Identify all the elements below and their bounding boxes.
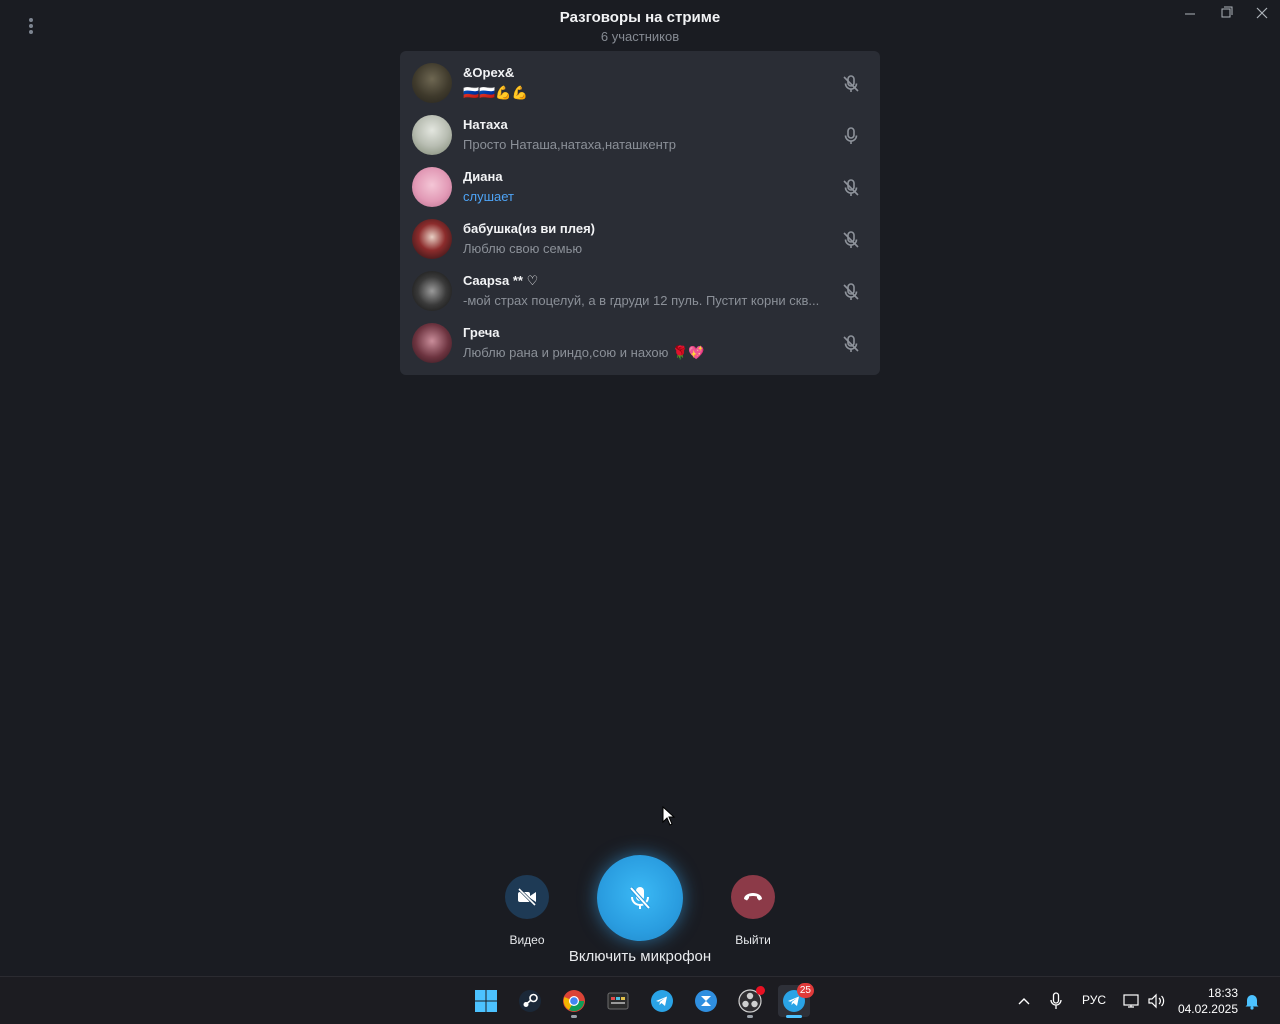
mic-muted-icon: [841, 282, 861, 302]
windows-start-icon[interactable]: [470, 985, 502, 1017]
participant-status: Просто Наташа,натаха,наташкентр: [463, 137, 676, 152]
video-label: Видео: [509, 933, 545, 947]
mic-label: Включить микрофон: [568, 948, 712, 965]
participant-name: Греча: [463, 325, 500, 340]
hang-up-icon: [744, 893, 762, 901]
leave-button[interactable]: [731, 875, 775, 919]
video-off-button[interactable]: [505, 875, 549, 919]
mic-muted-icon: [841, 178, 861, 198]
participant-row[interactable]: Греча Люблю рана и риндо,сою и нахою 🌹💖: [400, 317, 880, 369]
close-button[interactable]: [1244, 0, 1280, 26]
restore-button[interactable]: [1208, 0, 1244, 26]
chrome-icon[interactable]: [558, 985, 590, 1018]
mic-icon: [841, 126, 861, 146]
clock-time: 18:33: [1207, 986, 1238, 1000]
active-indicator: [786, 1015, 802, 1018]
participant-name: Caapsa ** ♡: [463, 273, 539, 288]
minimize-button[interactable]: [1172, 0, 1208, 26]
header: Разговоры на стриме 6 участников: [0, 8, 1280, 45]
unmute-mic-button[interactable]: [597, 855, 683, 941]
tray-microphone-icon[interactable]: [1046, 989, 1066, 1013]
app-x-icon[interactable]: [690, 985, 722, 1017]
voice-chat-window: Разговоры на стриме 6 участников &Opex& …: [0, 0, 1280, 976]
participant-status: Люблю свою семью: [463, 241, 583, 256]
participant-status: Люблю рана и риндо,сою и нахою 🌹💖: [463, 345, 705, 360]
mic-control: [596, 855, 684, 941]
obs-icon[interactable]: [734, 985, 766, 1018]
avatar: [412, 271, 452, 311]
network-icon[interactable]: [1122, 989, 1142, 1013]
notification-badge: 25: [796, 983, 814, 998]
participant-status: слушает: [463, 189, 514, 204]
telegram-active-icon[interactable]: 25: [778, 983, 814, 1018]
media-app-icon[interactable]: [602, 985, 634, 1017]
participant-status: 🇷🇺🇷🇺💪💪: [463, 85, 528, 100]
participant-row[interactable]: Натаха Просто Наташа,натаха,наташкентр: [400, 109, 880, 161]
running-indicator: [747, 1015, 753, 1018]
running-indicator: [571, 1015, 577, 1018]
video-off-icon: [517, 887, 537, 907]
participants-list: &Opex& 🇷🇺🇷🇺💪💪 Натаха Просто Наташа,натах…: [400, 51, 880, 375]
clock[interactable]: 18:33 04.02.2025: [1172, 985, 1238, 1017]
mouse-cursor-icon: [662, 805, 676, 826]
leave-control: Выйти: [723, 875, 783, 948]
telegram-icon[interactable]: [646, 985, 678, 1017]
participant-name: бабушка(из ви плея): [463, 221, 595, 236]
avatar: [412, 219, 452, 259]
video-control: Видео: [497, 875, 557, 948]
participant-status: -мой страх поцелуй, а в гдруди 12 пуль. …: [463, 293, 820, 308]
participant-row[interactable]: &Opex& 🇷🇺🇷🇺💪💪: [400, 57, 880, 109]
leave-label: Выйти: [735, 933, 771, 947]
mic-muted-icon: [841, 74, 861, 94]
notifications-bell-icon[interactable]: [1243, 989, 1261, 1013]
mic-muted-icon: [841, 230, 861, 250]
call-title: Разговоры на стриме: [559, 9, 721, 26]
show-hidden-icons-chevron-icon[interactable]: [1014, 989, 1034, 1013]
avatar: [412, 167, 452, 207]
avatar: [412, 63, 452, 103]
mic-off-icon: [629, 886, 651, 910]
steam-icon[interactable]: [514, 985, 546, 1017]
participant-row[interactable]: Caapsa ** ♡ -мой страх поцелуй, а в гдру…: [400, 265, 880, 317]
participant-count: 6 участников: [600, 29, 680, 44]
recording-dot: [756, 986, 765, 995]
participant-name: Натаха: [463, 117, 508, 132]
taskbar: 25 РУС 18:33 04.02.2025: [0, 976, 1280, 1024]
participant-row[interactable]: бабушка(из ви плея) Люблю свою семью: [400, 213, 880, 265]
clock-date: 04.02.2025: [1177, 1002, 1238, 1016]
participant-name: Диана: [463, 169, 503, 184]
volume-icon[interactable]: [1146, 989, 1168, 1013]
avatar: [412, 323, 452, 363]
language-indicator[interactable]: РУС: [1082, 993, 1106, 1007]
participant-row[interactable]: Диана слушает: [400, 161, 880, 213]
participant-name: &Opex&: [463, 65, 515, 80]
avatar: [412, 115, 452, 155]
mic-muted-icon: [841, 334, 861, 354]
